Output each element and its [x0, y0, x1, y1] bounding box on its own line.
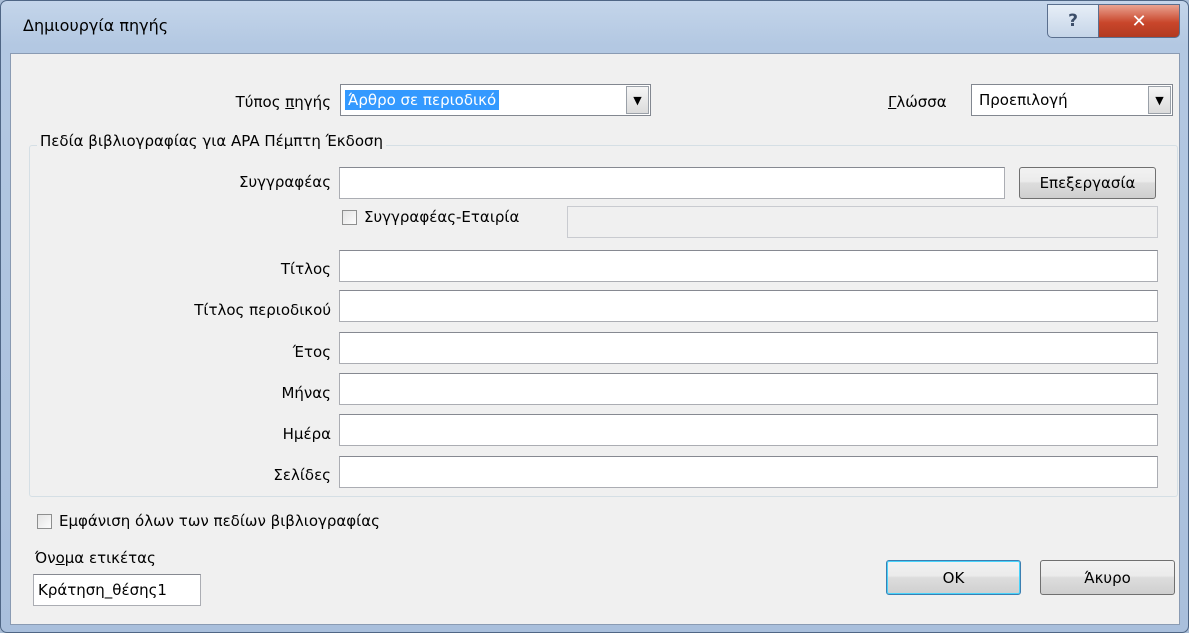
- edit-author-button[interactable]: Επεξεργασία: [1019, 167, 1156, 199]
- journal-title-label: Τίτλος περιοδικού: [194, 301, 331, 319]
- source-type-value: Άρθρο σε περιοδικό: [345, 90, 500, 110]
- ok-button[interactable]: OK: [886, 560, 1021, 595]
- day-input[interactable]: [339, 414, 1158, 446]
- dialog-title: Δημιουργία πηγής: [23, 16, 169, 35]
- title-label: Τίτλος: [280, 260, 331, 278]
- corporate-author-input: [567, 206, 1158, 238]
- title-bar[interactable]: Δημιουργία πηγής ? ✕: [1, 1, 1189, 53]
- pages-input[interactable]: [339, 456, 1158, 488]
- bibliography-fields-group-title: Πεδία βιβλιογραφίας για APA Πέμπτη Έκδοσ…: [37, 132, 387, 150]
- source-type-select[interactable]: Άρθρο σε περιοδικό ▼: [340, 84, 651, 116]
- source-type-label: Τύπος πηγής: [235, 93, 331, 111]
- tag-name-label: Όνομα ετικέτας: [35, 549, 156, 567]
- author-label: Συγγραφέας: [238, 173, 331, 191]
- journal-title-input[interactable]: [339, 290, 1158, 322]
- dialog-window: Δημιουργία πηγής ? ✕ Τύπος πηγής Άρθρο σ…: [0, 0, 1189, 633]
- close-button[interactable]: ✕: [1098, 4, 1180, 38]
- show-all-fields-label: Εμφάνιση όλων των πεδίων βιβλιογραφίας: [59, 512, 380, 530]
- language-label: Γλώσσα: [888, 93, 947, 111]
- year-input[interactable]: [339, 332, 1158, 364]
- chevron-down-icon[interactable]: ▼: [1148, 86, 1171, 114]
- help-button[interactable]: ?: [1047, 4, 1099, 38]
- help-icon: ?: [1068, 11, 1078, 31]
- title-input[interactable]: [339, 250, 1158, 282]
- cancel-button[interactable]: Άκυρο: [1040, 560, 1175, 595]
- language-value: Προεπιλογή: [979, 91, 1068, 109]
- corporate-author-checkbox[interactable]: [342, 210, 357, 225]
- corporate-author-label: Συγγραφέας-Εταιρία: [364, 208, 520, 226]
- year-label: Έτος: [292, 343, 331, 361]
- show-all-fields-checkbox[interactable]: [37, 514, 52, 529]
- tag-name-input[interactable]: Κράτηση_θέσης1: [33, 574, 201, 606]
- close-icon: ✕: [1131, 10, 1147, 32]
- day-label: Ημέρα: [282, 425, 331, 443]
- chevron-down-icon[interactable]: ▼: [626, 86, 649, 114]
- month-input[interactable]: [339, 373, 1158, 405]
- language-select[interactable]: Προεπιλογή ▼: [971, 84, 1173, 116]
- author-input[interactable]: [339, 167, 1005, 199]
- pages-label: Σελίδες: [273, 466, 331, 484]
- month-label: Μήνας: [281, 384, 331, 402]
